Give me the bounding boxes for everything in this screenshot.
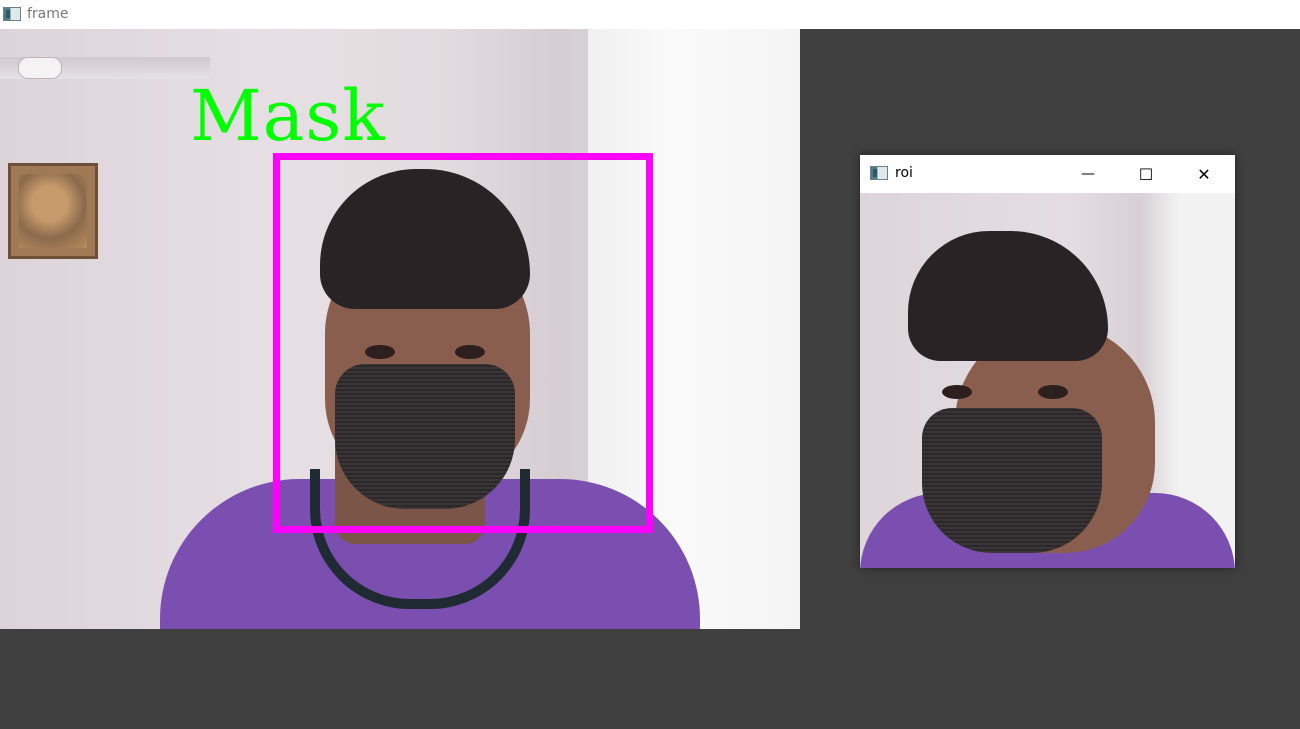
window-title: frame (27, 6, 69, 22)
roi-window[interactable]: roi — ☐ ✕ (860, 155, 1235, 568)
roi-face-mask (922, 408, 1102, 553)
app-icon (3, 7, 21, 21)
minimize-icon: — (1081, 166, 1095, 182)
main-titlebar[interactable]: frame (0, 0, 1300, 29)
roi-hair (908, 231, 1108, 361)
detection-label: Mask (190, 75, 386, 157)
roi-title: roi (895, 165, 913, 181)
minimize-button[interactable]: — (1059, 155, 1117, 193)
maximize-button[interactable]: ☐ (1117, 155, 1175, 193)
roi-right-eye (1038, 385, 1068, 399)
wall-painting (8, 163, 98, 259)
roi-titlebar[interactable]: roi — ☐ ✕ (860, 155, 1235, 193)
close-icon: ✕ (1197, 164, 1211, 184)
roi-person (860, 193, 1235, 568)
detection-box (273, 153, 653, 533)
roi-left-eye (942, 385, 972, 399)
maximize-icon: ☐ (1138, 164, 1154, 184)
light-bulb (18, 57, 62, 79)
roi-app-icon (870, 166, 888, 180)
camera-frame: Mask (0, 29, 800, 629)
roi-image (860, 193, 1235, 568)
close-button[interactable]: ✕ (1175, 155, 1233, 193)
